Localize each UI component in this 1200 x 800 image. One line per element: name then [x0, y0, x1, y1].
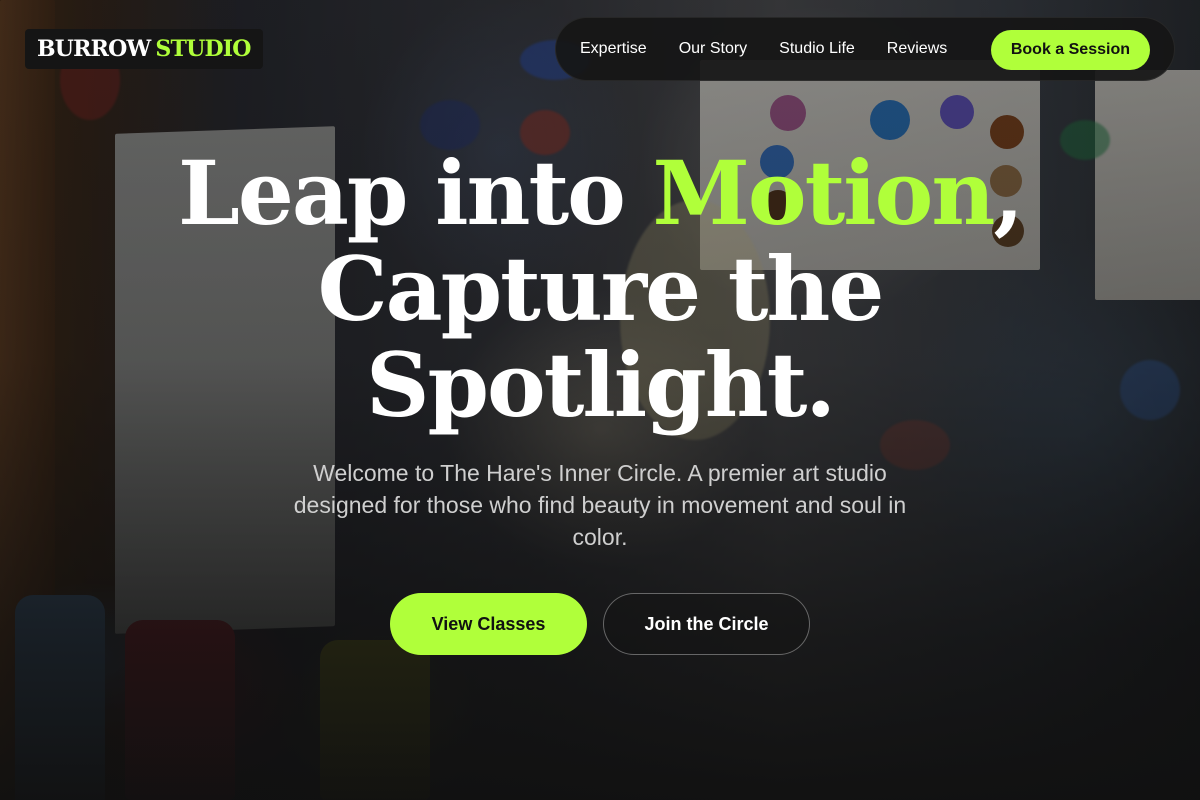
brand-name-part1: BURROW [37, 36, 151, 62]
hero-title-line-1: Leap into Motion, [100, 145, 1100, 241]
book-session-button[interactable]: Book a Session [990, 30, 1150, 70]
brand-logo[interactable]: BURROW STUDIO [25, 29, 263, 69]
hero-title-line-3: Spotlight. [365, 333, 836, 437]
brand-name-part2: STUDIO [155, 36, 251, 62]
nav-link-reviews[interactable]: Reviews [887, 40, 947, 58]
nav-link-our-story[interactable]: Our Story [679, 40, 747, 58]
hero-title-comma: , [993, 141, 1024, 245]
hero-title: Leap into Motion, Capture the Spotlight. [100, 145, 1100, 433]
nav-link-studio-life[interactable]: Studio Life [779, 40, 855, 58]
main-nav: Expertise Our Story Studio Life Reviews … [555, 17, 1175, 81]
page: BURROW STUDIO Expertise Our Story Studio… [0, 0, 1200, 800]
nav-link-expertise[interactable]: Expertise [580, 40, 647, 58]
hero-title-line-2: Capture the [317, 237, 885, 341]
hero-title-part1: Leap into [178, 141, 653, 245]
hero-subtitle: Welcome to The Hare's Inner Circle. A pr… [293, 460, 907, 550]
hero-title-highlight: Motion [652, 141, 995, 245]
view-classes-button[interactable]: View Classes [390, 593, 587, 655]
join-circle-button[interactable]: Join the Circle [603, 593, 810, 655]
